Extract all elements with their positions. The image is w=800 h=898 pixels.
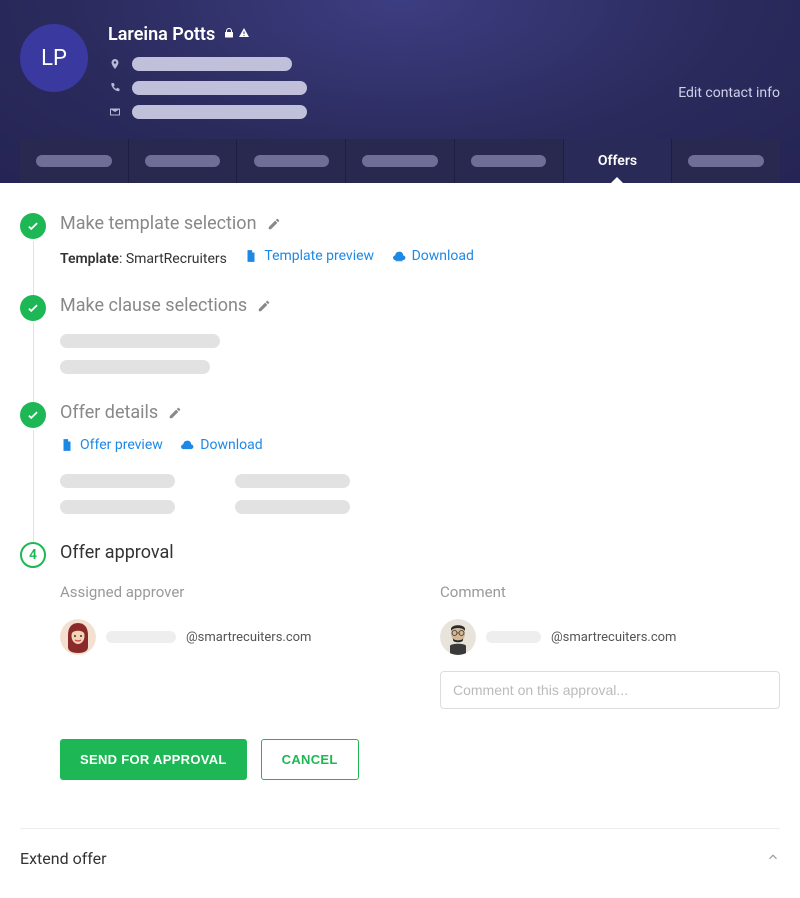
step-approval: 4 Offer approval Assigned approver: [20, 542, 780, 820]
content: Make template selection Template: SmartR…: [0, 183, 800, 898]
detail-placeholder: [60, 474, 175, 488]
step-title: Make template selection: [60, 213, 257, 234]
location-icon: [108, 57, 122, 71]
tab-offers[interactable]: Offers: [564, 139, 672, 183]
template-value: SmartRecruiters: [126, 251, 227, 267]
comment-label: Comment: [440, 583, 780, 601]
send-for-approval-button[interactable]: SEND FOR APPROVAL: [60, 739, 247, 780]
comment-section: Comment @smartrecu: [440, 583, 780, 709]
template-preview-link[interactable]: Template preview: [244, 248, 374, 264]
pencil-icon[interactable]: [257, 299, 271, 313]
step-template: Make template selection Template: SmartR…: [20, 213, 780, 287]
commenter-email: @smartrecuiters.com: [551, 630, 676, 645]
step-title: Offer approval: [60, 542, 174, 563]
file-icon: [244, 249, 258, 263]
phone-icon: [108, 81, 122, 95]
cloud-download-icon: [180, 438, 194, 452]
profile-name: Lareina Potts: [108, 24, 215, 45]
assigned-label: Assigned approver: [60, 583, 400, 601]
commenter-name-placeholder: [486, 631, 541, 643]
approver-name-placeholder: [106, 631, 176, 643]
detail-placeholder: [60, 500, 175, 514]
lock-icon: [223, 27, 235, 43]
clause-placeholder: [60, 360, 210, 374]
tab-4[interactable]: [346, 139, 454, 183]
step-marker-done: [20, 213, 46, 239]
tab-7[interactable]: [672, 139, 780, 183]
detail-placeholder: [235, 474, 350, 488]
step-marker-done: [20, 402, 46, 428]
tab-1[interactable]: [20, 139, 128, 183]
location-value: [132, 57, 292, 71]
name-status-icons: [223, 27, 250, 43]
step-marker-number: 4: [20, 542, 46, 568]
pencil-icon[interactable]: [267, 217, 281, 231]
clause-placeholder: [60, 334, 220, 348]
tab-3[interactable]: [237, 139, 345, 183]
step-details: Offer details Offer preview Download: [20, 402, 780, 534]
edit-contact-link[interactable]: Edit contact info: [678, 85, 780, 101]
tab-2[interactable]: [129, 139, 237, 183]
tab-5[interactable]: [455, 139, 563, 183]
alert-icon: [238, 27, 250, 43]
tabs: Offers: [20, 139, 780, 183]
email-icon: [108, 105, 122, 119]
email-value: [132, 105, 307, 119]
avatar-initials: LP: [41, 46, 67, 71]
profile-header: LP Lareina Potts: [0, 0, 800, 183]
template-label: Template: [60, 251, 119, 267]
assigned-approver-section: Assigned approver @smartrecuiters: [60, 583, 400, 709]
pencil-icon[interactable]: [168, 406, 182, 420]
cloud-download-icon: [392, 249, 406, 263]
cancel-button[interactable]: CANCEL: [261, 739, 359, 780]
offer-preview-link[interactable]: Offer preview: [60, 437, 163, 453]
step-title: Offer details: [60, 402, 158, 423]
extend-offer-row[interactable]: Extend offer: [20, 829, 780, 878]
offer-download-link[interactable]: Download: [180, 437, 262, 453]
comment-input[interactable]: [440, 671, 780, 709]
commenter-avatar: [440, 619, 476, 655]
tab-label: Offers: [598, 153, 637, 169]
approver-email: @smartrecuiters.com: [186, 630, 311, 645]
template-download-link[interactable]: Download: [392, 248, 474, 264]
file-icon: [60, 438, 74, 452]
step-clauses: Make clause selections: [20, 295, 780, 394]
phone-value: [132, 81, 307, 95]
step-title: Make clause selections: [60, 295, 247, 316]
avatar: LP: [20, 24, 88, 92]
step-marker-done: [20, 295, 46, 321]
approver-avatar: [60, 619, 96, 655]
detail-placeholder: [235, 500, 350, 514]
